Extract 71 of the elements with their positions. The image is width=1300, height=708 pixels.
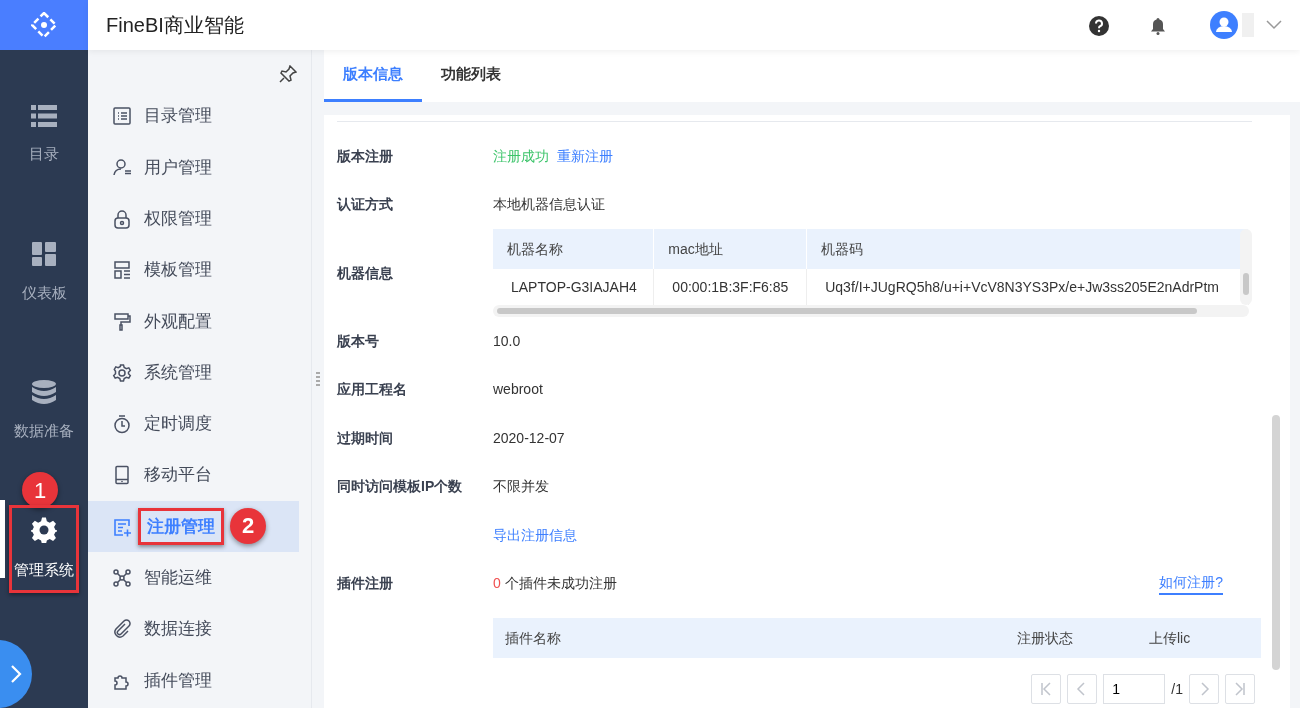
mobile-icon: [112, 465, 132, 486]
lock-icon: [112, 208, 132, 229]
network-icon: [112, 567, 132, 588]
next-page-icon: [1198, 682, 1210, 696]
menu-item[interactable]: 外观配置: [88, 295, 299, 347]
callout-badge: 1: [22, 472, 58, 508]
field-label: 插件注册: [337, 574, 394, 594]
rail-item[interactable]: 仪表板: [0, 204, 88, 342]
menu-item[interactable]: 插件管理: [88, 654, 299, 707]
paperclip-icon: [112, 619, 132, 640]
field-value: webroot: [493, 380, 543, 400]
field-value: 不限并发: [493, 477, 549, 497]
field-value: 10.0: [493, 331, 521, 351]
last-page-icon: [1234, 682, 1246, 696]
help-icon[interactable]: [1089, 15, 1109, 36]
stopwatch-icon: [112, 413, 132, 434]
database-icon: [32, 379, 56, 404]
page-input[interactable]: 1: [1103, 674, 1166, 704]
help-link[interactable]: 如何注册?: [1159, 572, 1223, 596]
page-total: /1: [1171, 679, 1183, 699]
menu-item[interactable]: 数据连接: [88, 603, 299, 655]
field-label: 认证方式: [337, 195, 394, 215]
avatar-icon[interactable]: [1210, 11, 1238, 39]
settings-icon: [31, 516, 57, 543]
catalog-icon: [112, 106, 132, 127]
app-title: FineBI商业智能: [106, 13, 244, 38]
field-label: 同时访问模板IP个数: [337, 477, 464, 497]
user-icon: [112, 157, 132, 178]
column-header: mac地址: [653, 229, 807, 269]
rail-item[interactable]: 管理系统: [9, 505, 79, 593]
menu-item[interactable]: 智能运维: [88, 552, 299, 604]
menu-item[interactable]: 权限管理: [88, 193, 299, 245]
menu-item[interactable]: 定时调度: [88, 398, 299, 450]
menu-item[interactable]: 移动平台: [88, 449, 299, 501]
notification-bell-icon[interactable]: [1150, 16, 1166, 35]
callout-badge: 2: [230, 507, 266, 544]
logo-icon[interactable]: [31, 12, 57, 38]
status-text: 0 个插件未成功注册: [493, 574, 617, 594]
field-label: 应用工程名: [337, 380, 408, 400]
menu-item[interactable]: 系统管理: [88, 347, 299, 399]
settings-icon: [112, 362, 132, 383]
export-link[interactable]: 导出注册信息: [493, 524, 577, 546]
tab[interactable]: 版本信息: [324, 50, 422, 102]
field-label: 版本注册: [337, 146, 394, 166]
field-label: 过期时间: [337, 428, 394, 448]
field-label: 版本号: [337, 331, 380, 351]
dashboard-icon: [32, 241, 56, 266]
list-icon: [31, 104, 57, 127]
rail-item[interactable]: 目录: [0, 66, 88, 204]
chevron-down-icon[interactable]: [1266, 20, 1282, 30]
tab[interactable]: 功能列表: [422, 50, 520, 102]
re-register-link[interactable]: 重新注册: [557, 145, 613, 167]
column-header: 注册状态: [1017, 628, 1074, 648]
field-label: 机器信息: [337, 263, 394, 283]
register-icon: [112, 516, 132, 537]
resize-handle-icon: [316, 372, 320, 388]
field-value: 本地机器信息认证: [493, 195, 605, 215]
status-text: 注册成功: [493, 146, 549, 166]
menu-item[interactable]: 用户管理: [88, 141, 299, 194]
menu-item[interactable]: 注册管理 2: [88, 500, 299, 553]
column-header: 上传lic: [1149, 628, 1192, 648]
column-header: 插件名称: [504, 628, 562, 648]
column-header: 机器名称: [493, 229, 654, 269]
first-page-icon: [1040, 682, 1053, 696]
menu-item[interactable]: 目录管理: [88, 90, 299, 142]
paint-roller-icon: [112, 311, 132, 332]
template-icon: [112, 260, 132, 281]
chevron-right-icon: [10, 664, 22, 684]
field-value: 2020-12-07: [493, 428, 565, 448]
pin-icon[interactable]: [279, 65, 297, 84]
menu-item[interactable]: 模板管理: [88, 244, 299, 296]
